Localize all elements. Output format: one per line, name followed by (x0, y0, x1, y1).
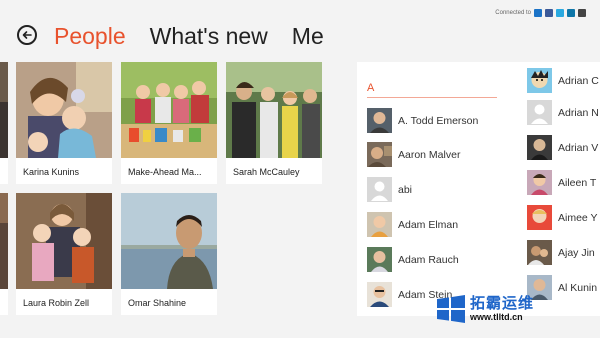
contact-item[interactable]: Adrian V (527, 135, 598, 160)
watermark-title: 拓霸运维 (470, 295, 535, 312)
watermark-url: www.tlltd.cn (470, 312, 523, 322)
contact-list[interactable]: A A. Todd Emerson Aaron Malver abi Adam … (357, 62, 600, 316)
contact-item[interactable]: Aileen T (527, 170, 596, 195)
contact-item[interactable]: Ajay Jin (527, 240, 595, 265)
contact-item[interactable]: Adam Rauch (367, 247, 459, 272)
group-divider (367, 97, 497, 98)
contact-avatar (367, 212, 392, 237)
contact-avatar (367, 247, 392, 272)
contact-name: Ajay Jin (558, 246, 595, 259)
person-tile[interactable]: Omar Shahine (121, 193, 217, 315)
person-photo (226, 62, 322, 158)
linkedin-icon[interactable] (567, 9, 575, 17)
contact-name: Adrian C (558, 74, 599, 87)
person-photo (16, 62, 112, 158)
contact-name: A. Todd Emerson (398, 114, 479, 127)
twitter-icon[interactable] (556, 9, 564, 17)
contact-item[interactable]: A. Todd Emerson (367, 108, 478, 133)
contact-name: abi (398, 183, 413, 196)
person-name: Omar Shahine (128, 298, 187, 308)
person-tile[interactable]: Laura Robin Zell (16, 193, 112, 315)
contact-item[interactable]: Aimee Y (527, 205, 598, 230)
contact-name: Al Kunin (558, 281, 598, 294)
contact-item[interactable]: Adam Elman (367, 212, 458, 237)
facebook-icon[interactable] (545, 9, 553, 17)
tab-people[interactable]: People (54, 23, 126, 50)
more-icon[interactable] (578, 9, 586, 17)
contact-item[interactable]: abi (367, 177, 412, 202)
person-tile[interactable]: Make-Ahead Ma... (121, 62, 217, 184)
person-photo (121, 193, 217, 289)
connected-services: Connected to (495, 9, 586, 17)
person-name: Karina Kunins (23, 167, 80, 177)
person-tile[interactable]: Sarah McCauley (226, 62, 322, 184)
tab-me[interactable]: Me (292, 23, 324, 50)
person-name: Laura Robin Zell (23, 298, 90, 308)
contact-avatar (527, 135, 552, 160)
contact-avatar (527, 68, 552, 93)
contact-avatar (367, 108, 392, 133)
contact-name: Adam Elman (398, 218, 459, 231)
messenger-icon[interactable] (534, 9, 542, 17)
tab-whats-new[interactable]: What's new (150, 23, 268, 50)
windows-logo-icon (437, 295, 465, 323)
contact-name: Adam Rauch (398, 253, 459, 266)
contact-name: Adrian V (558, 141, 599, 154)
person-tile[interactable]: Karina Kunins (16, 62, 112, 184)
group-letter[interactable]: A (367, 82, 374, 94)
back-button[interactable] (17, 25, 37, 45)
contact-item[interactable]: Al Kunin (527, 275, 597, 300)
contact-item[interactable]: Aaron Malver (367, 142, 460, 167)
contact-avatar (367, 282, 392, 307)
default-avatar-icon (367, 177, 392, 202)
watermark-text: 拓霸运维 www.tlltd.cn (470, 296, 534, 322)
contact-name: Aileen T (558, 176, 597, 189)
default-avatar-icon (527, 100, 552, 125)
person-photo (121, 62, 217, 158)
contact-avatar (367, 142, 392, 167)
back-arrow-icon (22, 31, 32, 39)
partial-tile-top[interactable] (0, 62, 8, 184)
partial-tile-bottom[interactable] (0, 193, 8, 315)
contact-item[interactable]: Adrian N (527, 100, 599, 125)
contact-name: Aimee Y (558, 211, 598, 224)
connected-label: Connected to (495, 10, 531, 16)
person-photo (16, 193, 112, 289)
contact-avatar (527, 205, 552, 230)
person-name: Sarah McCauley (233, 167, 300, 177)
contact-name: Adrian N (558, 106, 599, 119)
watermark: 拓霸运维 www.tlltd.cn (436, 294, 534, 324)
contact-avatar (527, 240, 552, 265)
contact-name: Aaron Malver (398, 148, 461, 161)
section-tabs: People What's new Me (54, 23, 324, 50)
person-name: Make-Ahead Ma... (128, 167, 202, 177)
contact-item[interactable]: Adrian C (527, 68, 599, 93)
contact-avatar (527, 170, 552, 195)
